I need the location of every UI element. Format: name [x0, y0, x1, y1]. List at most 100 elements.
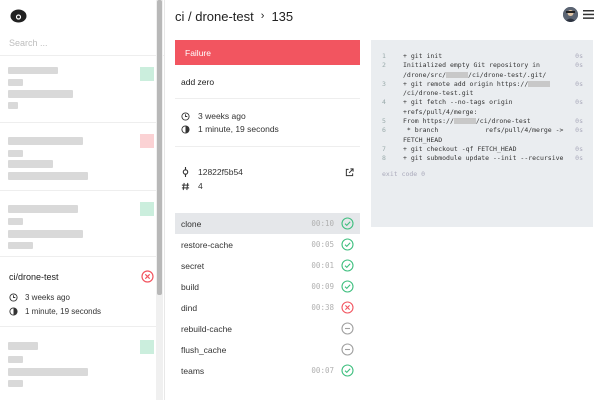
step-name: clone: [181, 218, 202, 229]
step-duration: 00:09: [311, 282, 334, 291]
commit-message: add zero: [175, 65, 360, 99]
log-line: 3 + git remote add origin https:///ci/dro…: [371, 80, 593, 99]
log-line-number: 6: [382, 126, 386, 135]
build-status-label: Failure: [185, 47, 211, 58]
skipped-status-icon: [341, 322, 354, 335]
success-status-icon: [341, 259, 354, 272]
step-duration: 00:01: [311, 261, 334, 270]
log-line: 7 + git checkout -qf FETCH_HEAD 0s: [371, 145, 593, 154]
sidebar-repo-item[interactable]: [0, 192, 156, 257]
step-name: rebuild-cache: [181, 323, 233, 334]
pipeline-step[interactable]: dind 00:38: [175, 297, 360, 318]
sidebar-duration-row: 1 minute, 19 seconds: [9, 307, 101, 316]
pipeline-step[interactable]: clone 00:10: [175, 213, 360, 234]
log-line-text: + git checkout -qf FETCH_HEAD: [403, 144, 517, 153]
search-placeholder: Search ...: [9, 38, 48, 48]
build-status-banner: Failure: [175, 40, 360, 65]
log-line-time: 0s: [575, 154, 583, 163]
pr-number: 4: [198, 181, 203, 191]
log-line-number: 3: [382, 79, 386, 88]
breadcrumb-repo[interactable]: ci / drone-test: [175, 9, 254, 24]
sidebar-started-row: 3 weeks ago: [9, 293, 70, 302]
pipeline-step[interactable]: build 00:09: [175, 276, 360, 297]
step-duration: 00:05: [311, 240, 334, 249]
log-line-time: 0s: [575, 79, 583, 88]
log-line-time: 0s: [575, 52, 583, 60]
log-line-time: 0s: [575, 117, 583, 126]
pipeline-step[interactable]: teams 00:07: [175, 360, 360, 381]
step-name: restore-cache: [181, 239, 233, 250]
log-line-time: 0s: [575, 61, 583, 70]
step-name: dind: [181, 302, 198, 313]
skipped-status-icon: [341, 343, 354, 356]
pipeline-step[interactable]: flush_cache: [175, 339, 360, 360]
build-started-text: 3 weeks ago: [198, 111, 246, 121]
log-lines: 1 + git init 0s 2 Initialized empty Git repo…: [371, 52, 593, 164]
search-input[interactable]: Search ...: [0, 32, 164, 56]
pipeline-step[interactable]: secret 00:01: [175, 255, 360, 276]
sidebar-repo-item[interactable]: [0, 124, 156, 191]
pr-number-row: 4: [181, 181, 203, 191]
build-duration-text: 1 minute, 19 seconds: [198, 124, 279, 134]
sidebar-item-label: ci/drone-test: [9, 272, 59, 282]
step-name: flush_cache: [181, 344, 227, 355]
hash-icon: [181, 182, 190, 190]
log-line-text: + git init: [403, 52, 443, 60]
step-name: build: [181, 281, 199, 292]
hamburger-menu-icon[interactable]: [583, 10, 594, 19]
app: Search ... ci/drone-test 3 weeks ago 1 m…: [0, 0, 600, 400]
failure-status-icon: [141, 270, 154, 283]
commit-message-text: add zero: [181, 76, 215, 87]
log-line-number: 4: [382, 98, 386, 107]
log-line: 5 From https:///ci/drone-test 0s: [371, 117, 593, 126]
sidebar-scrollbar[interactable]: [156, 0, 163, 400]
success-status-icon: [341, 364, 354, 377]
log-line: 2 Initialized empty Git repository in /dr…: [371, 61, 593, 80]
drone-logo-icon: [10, 9, 27, 23]
log-line-number: 7: [382, 144, 386, 153]
sidebar-duration-text: 1 minute, 19 seconds: [25, 307, 102, 316]
success-status-icon: [341, 217, 354, 230]
log-line-number: 8: [382, 154, 386, 163]
clock-icon: [9, 293, 18, 302]
log-exit-code: exit code 0: [382, 169, 426, 178]
step-duration: 00:10: [311, 219, 334, 228]
log-line-text: + git fetch --no-tags origin +refs/pull/…: [403, 98, 517, 116]
breadcrumb-separator: ›: [260, 10, 265, 22]
sidebar-repo-item-active[interactable]: ci/drone-test 3 weeks ago 1 minute, 19 s…: [0, 257, 156, 327]
log-line: 1 + git init 0s: [371, 52, 593, 61]
clock-icon: [181, 111, 190, 121]
log-line: 8 + git submodule update --init --recursi…: [371, 154, 593, 163]
pipeline-step[interactable]: rebuild-cache: [175, 318, 360, 339]
log-output: 1 + git init 0s 2 Initialized empty Git repo…: [371, 40, 593, 227]
avatar[interactable]: [563, 7, 578, 22]
sidebar: Search ... ci/drone-test 3 weeks ago 1 m…: [0, 0, 165, 400]
sidebar-started-text: 3 weeks ago: [25, 293, 70, 302]
log-line-text: From https:///ci/drone-test: [403, 117, 531, 126]
timer-icon: [9, 307, 18, 316]
build-duration-row: 1 minute, 19 seconds: [181, 124, 279, 134]
log-line: 6 * branch refs/pull/4/merge -> FETCH_HE…: [371, 126, 593, 145]
redacted-text: [453, 118, 476, 125]
sidebar-repo-item[interactable]: [0, 328, 156, 400]
build-details: Failure add zero 3 weeks ago 1 minute, 1…: [175, 40, 360, 381]
commit-icon: [182, 167, 189, 177]
commit-sha-row[interactable]: 12822f5b54: [181, 167, 243, 177]
build-times: 3 weeks ago 1 minute, 19 seconds: [175, 99, 360, 147]
external-link-icon[interactable]: [345, 168, 354, 177]
log-line: 4 + git fetch --no-tags origin +refs/pull…: [371, 98, 593, 117]
success-status-icon: [341, 280, 354, 293]
log-line-text: Initialized empty Git repository in /dro…: [403, 61, 547, 79]
log-line-text: * branch refs/pull/4/merge -> FETCH_HEAD: [403, 126, 568, 144]
commit-info: 12822f5b54 4: [175, 147, 360, 207]
pipeline-step[interactable]: restore-cache 00:05: [175, 234, 360, 255]
drone-logo[interactable]: [0, 0, 164, 32]
header: ci / drone-test › 135: [165, 0, 600, 32]
step-duration: 00:38: [311, 303, 334, 312]
log-line-number: 2: [382, 61, 386, 70]
sidebar-repo-item[interactable]: [0, 57, 156, 123]
step-name: secret: [181, 260, 205, 271]
log-line-time: 0s: [575, 144, 583, 153]
scrollbar-thumb[interactable]: [157, 0, 162, 295]
success-status-icon: [341, 238, 354, 251]
